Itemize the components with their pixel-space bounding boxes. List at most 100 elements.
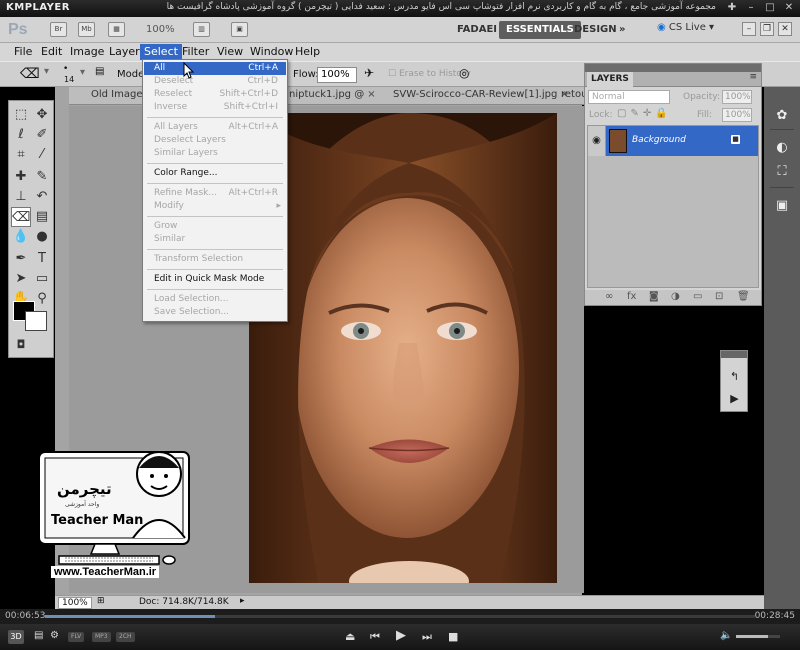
eject-icon[interactable]: ⏏ <box>345 630 355 643</box>
actions-panel-icon[interactable]: ▶ <box>726 391 743 407</box>
visibility-eye-icon[interactable]: ◉ <box>588 126 606 156</box>
lasso-tool-icon[interactable]: ℓ <box>11 125 31 145</box>
fill-input[interactable]: 100% <box>722 108 752 122</box>
blur-tool-icon[interactable]: 💧 <box>11 227 31 247</box>
clone-stamp-tool-icon[interactable]: ⊥ <box>11 187 31 207</box>
load-selection-item[interactable]: Load Selection... <box>144 293 286 306</box>
masks-panel-icon[interactable]: ⛶ <box>772 163 792 181</box>
portrait-photo[interactable] <box>249 113 557 583</box>
next-icon[interactable]: ⏭ <box>422 630 432 644</box>
inverse-item[interactable]: Inverse Shift+Ctrl+I <box>144 101 286 114</box>
close-icon[interactable]: ✕ <box>782 1 796 15</box>
deselect-item[interactable]: Deselect Ctrl+D <box>144 75 286 88</box>
previous-icon[interactable]: ⏮ <box>370 630 380 644</box>
volume-slider[interactable] <box>736 635 780 638</box>
maximize-icon[interactable]: □ <box>763 1 777 15</box>
all-layers-item[interactable]: All Layers Alt+Ctrl+A <box>144 121 286 134</box>
color-range-item[interactable]: Color Range... <box>144 167 286 180</box>
flow-input[interactable]: 100% <box>317 67 357 83</box>
collapsed-panel-header[interactable] <box>721 351 747 358</box>
brush-dropdown-icon[interactable]: ▾ <box>80 67 85 78</box>
seek-track[interactable] <box>45 615 755 618</box>
gradient-tool-icon[interactable]: ▤ <box>32 207 52 227</box>
reselect-item[interactable]: Reselect Shift+Ctrl+D <box>144 88 286 101</box>
dodge-tool-icon[interactable]: ● <box>32 227 52 247</box>
move-tool-icon[interactable]: ✥ <box>32 105 52 125</box>
menu-layer[interactable]: Layer <box>105 45 144 58</box>
similar-item[interactable]: Similar <box>144 233 286 246</box>
quick-mask-icon[interactable]: ◘ <box>11 335 31 355</box>
blend-mode-dropdown[interactable]: Normal <box>588 90 670 104</box>
panel-menu-icon[interactable]: ≡ <box>749 72 757 82</box>
eraser-preset-icon[interactable]: ⌫ <box>20 66 40 82</box>
layer-style-icon[interactable]: fx <box>627 291 636 302</box>
tab-scirocco[interactable]: SVW-Scirocco-CAR-Review[1].jpg × <box>393 89 569 100</box>
status-zoom-input[interactable]: 100% <box>58 597 92 609</box>
history-brush-tool-icon[interactable]: ↶ <box>32 187 52 207</box>
mini-bridge-panel-icon[interactable]: ▣ <box>772 197 792 215</box>
zoom-level-dropdown[interactable]: 100% <box>146 24 175 35</box>
new-layer-icon[interactable]: ⊡ <box>715 291 723 302</box>
zoom-tool-icon[interactable]: ⚲ <box>32 289 52 309</box>
brush-tool-icon[interactable]: ✎ <box>32 167 52 187</box>
more-workspaces-icon[interactable]: » <box>612 21 632 39</box>
volume-icon[interactable]: 🔈 <box>720 630 732 641</box>
quick-select-tool-icon[interactable]: ✐ <box>32 125 52 145</box>
layers-panel-header[interactable] <box>585 64 761 72</box>
minimize-icon[interactable]: – <box>744 1 758 15</box>
brush-panel-icon[interactable]: ▤ <box>95 66 104 77</box>
shape-tool-icon[interactable]: ▭ <box>32 269 52 289</box>
playlist-icon[interactable]: ▤ <box>34 630 43 641</box>
app-close-icon[interactable]: ✕ <box>778 22 792 36</box>
eraser-tool-icon[interactable]: ⌫ <box>11 207 31 227</box>
close-tab-icon[interactable]: × <box>367 89 375 100</box>
history-panel-icon[interactable]: ↰ <box>726 369 743 385</box>
opacity-input[interactable]: 100% <box>722 90 752 104</box>
status-info-icon[interactable]: ⊞ <box>97 596 105 606</box>
status-arrow-icon[interactable]: ▸ <box>240 596 245 606</box>
deselect-layers-item[interactable]: Deselect Layers <box>144 134 286 147</box>
color-panel-icon[interactable]: ✿ <box>772 107 792 125</box>
app-minimize-icon[interactable]: – <box>742 22 756 36</box>
lock-options-icons[interactable]: ▢✎✛🔒 <box>617 108 672 119</box>
menu-image[interactable]: Image <box>66 45 108 58</box>
arrange-documents-icon[interactable]: ▥ <box>193 22 210 37</box>
bridge-icon[interactable]: Br <box>50 22 67 37</box>
brush-size-icon[interactable]: • <box>63 64 68 74</box>
pin-icon[interactable]: ✚ <box>725 1 739 15</box>
airbrush-icon[interactable]: ✈ <box>364 66 374 80</box>
modify-item[interactable]: Modify ▸ <box>144 200 286 213</box>
save-selection-item[interactable]: Save Selection... <box>144 306 286 319</box>
mini-bridge-icon[interactable]: Mb <box>78 22 95 37</box>
layer-row-background[interactable]: ◉ Background ■ <box>588 126 758 156</box>
menu-window[interactable]: Window <box>246 45 297 58</box>
type-tool-icon[interactable]: T <box>32 249 52 269</box>
menu-view[interactable]: View <box>213 45 247 58</box>
pen-tool-icon[interactable]: ✒ <box>11 249 31 269</box>
add-mask-icon[interactable]: ◙ <box>649 291 659 302</box>
spot-healing-tool-icon[interactable]: ✚ <box>11 167 31 187</box>
screen-mode-icon[interactable]: ▣ <box>231 22 248 37</box>
similar-layers-item[interactable]: Similar Layers <box>144 147 286 160</box>
menu-edit[interactable]: Edit <box>37 45 66 58</box>
background-color-swatch[interactable] <box>25 311 47 331</box>
tab-niptuck[interactable]: niptuck1.jpg @ × <box>289 89 376 100</box>
play-icon[interactable]: ▶ <box>396 628 406 643</box>
select-all-item[interactable]: All Ctrl+A <box>144 62 286 75</box>
workspace-fadaei[interactable]: FADAEI <box>450 21 504 39</box>
tab-layers[interactable]: LAYERS <box>587 72 633 87</box>
menu-select[interactable]: Select <box>140 44 182 60</box>
app-restore-icon[interactable]: ❐ <box>760 22 774 36</box>
menu-filter[interactable]: Filter <box>178 45 213 58</box>
quick-mask-mode-item[interactable]: Edit in Quick Mask Mode <box>144 273 286 286</box>
delete-layer-icon[interactable]: 🗑 <box>737 291 750 302</box>
crop-tool-icon[interactable]: ⌗ <box>11 145 31 165</box>
link-layers-icon[interactable]: ∞ <box>605 291 613 302</box>
eyedropper-tool-icon[interactable]: ⁄ <box>32 145 52 165</box>
3d-button[interactable]: 3D <box>8 630 24 644</box>
adjustment-layer-icon[interactable]: ◑ <box>671 291 680 302</box>
player-title-bar[interactable]: KMPLAYER مجموعه آموزشی جامع ، گام به گام… <box>0 0 800 17</box>
adjustments-panel-icon[interactable]: ◐ <box>772 139 792 157</box>
tool-preset-dropdown-icon[interactable]: ▾ <box>44 66 49 77</box>
cs-live-button[interactable]: ◉ CS Live ▾ <box>657 22 714 33</box>
